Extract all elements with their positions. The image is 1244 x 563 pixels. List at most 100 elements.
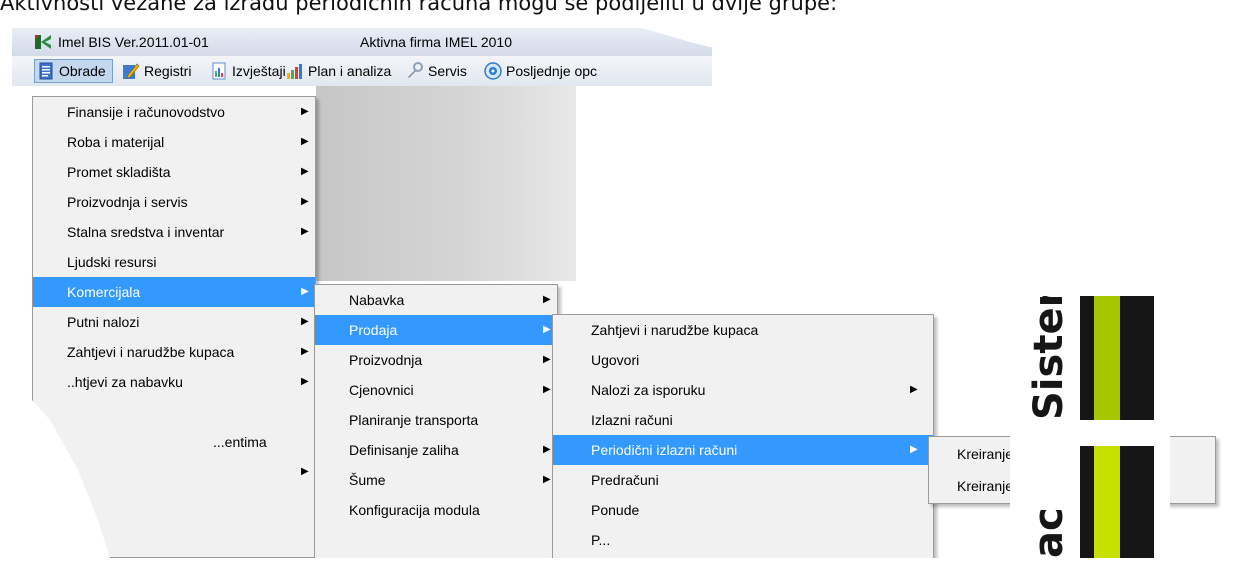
logo-text-bottom: ac [1026,507,1072,558]
menu-plan-i-analiza[interactable]: Plan i analiza [284,60,397,82]
menu-item-label: Konfiguracija modula [349,502,480,518]
menu-item-label: Šume [349,472,386,488]
menu-item-cjenovnici[interactable]: Cjenovnici ▶ [315,375,557,405]
komercijala-submenu: Nabavka ▶ Prodaja ▶ Proizvodnja ▶ Cjenovnic… [314,284,558,558]
document-heading: Aktivnosti vezane za izradu periodičnih … [0,0,838,15]
menu-registri[interactable]: Registri [120,60,197,82]
menu-item-label: Nabavka [349,292,405,308]
menu-item-label: Zahtjevi i narudžbe kupaca [591,322,759,338]
menu-obrade[interactable]: Obrade [34,59,113,83]
menu-item-definisanje-zaliha[interactable]: Definisanje zaliha ▶ [315,435,557,465]
menu-item-label: Komercijala [67,284,141,300]
menu-item-proizvodnja[interactable]: Proizvodnja ▶ [315,345,557,375]
menu-item-dokumentima[interactable]: ...entima [33,427,315,457]
submenu-arrow-icon: ▶ [301,196,309,207]
submenu-arrow-icon: ▶ [543,474,551,485]
submenu-arrow-icon: ▶ [301,316,309,327]
menu-item-label: Cjenovnici [349,382,414,398]
menu-item-stalna-sredstva[interactable]: Stalna sredstva i inventar ▶ [33,217,315,247]
menu-posljednje-opcije[interactable]: Posljednje opc [482,60,603,82]
menu-item-proizvodnja-servis[interactable]: Proizvodnja i servis ▶ [33,187,315,217]
submenu-arrow-icon: ▶ [301,136,309,147]
wrench-icon [406,62,424,80]
menu-item-ugovori[interactable]: Ugovori [553,345,933,375]
menu-item-label: Ljudski resursi [67,254,157,270]
menu-item-komercijala[interactable]: Komercijala ▶ [33,277,315,307]
menu-item-label: Proizvodnja [349,352,423,368]
menu-item-label: ..htjevi za nabavku [67,374,183,390]
menu-item-ponude[interactable]: Ponude [553,495,933,525]
menu-item-zahtjevi-narudzbe-kupaca[interactable]: Zahtjevi i narudžbe kupaca [553,315,933,345]
menu-item-nabavka[interactable]: Nabavka ▶ [315,285,557,315]
menu-item-label: Putni nalozi [67,314,140,330]
menu-item-label: P... [591,532,611,548]
menubar: Obrade Registri Izvještaji Plan i analiz… [12,56,712,86]
menu-izvjestaji[interactable]: Izvještaji [208,60,292,82]
menu-item-label: Ugovori [591,352,640,368]
menu-item-finansije[interactable]: Finansije i računovodstvo ▶ [33,97,315,127]
menu-item-zahtjevi-narudzbe[interactable]: Zahtjevi i narudžbe kupaca ▶ [33,337,315,367]
app-logo-icon [34,33,52,51]
menu-servis[interactable]: Servis [404,60,473,82]
submenu-arrow-icon: ▶ [543,444,551,455]
submenu-arrow-icon: ▶ [301,286,309,297]
submenu-arrow-icon: ▶ [543,384,551,395]
menu-item-label: Finansije i računovodstvo [67,104,225,120]
app-title: Imel BIS Ver.2011.01-01 [58,34,209,50]
logo-text-sistem: Sistem [1026,296,1072,420]
submenu-arrow-icon: ▶ [301,226,309,237]
menu-item-nalozi-isporuku[interactable]: Nalozi za isporuku ▶ [553,375,933,405]
menu-item-izlazni-racuni[interactable]: Izlazni računi [553,405,933,435]
pencil-icon [122,62,140,80]
mdi-background [316,86,576,281]
menu-item-label: Nalozi za isporuku [591,382,706,398]
active-company-label: Aktivna firma IMEL 2010 [360,34,512,50]
submenu-arrow-icon: ▶ [301,106,309,117]
menu-item-label: Zahtjevi i narudžbe kupaca [67,344,235,360]
menu-item-label: Ponude [591,502,640,518]
menu-item-prodaja[interactable]: Prodaja ▶ [315,315,557,345]
document-icon [37,62,55,80]
menu-obrade-label: Obrade [59,63,106,79]
menu-item-partial[interactable]: P... [553,525,933,555]
submenu-arrow-icon: ▶ [543,324,551,335]
bar-chart-icon [286,62,304,80]
screenshot-region: Imel BIS Ver.2011.01-01 Aktivna firma IM… [10,24,1232,558]
menu-item-label: Periodični izlazni računi [591,442,738,458]
menu-item-ljudski-resursi[interactable]: Ljudski resursi [33,247,315,277]
submenu-arrow-icon: ▶ [910,384,918,395]
menu-item-sume[interactable]: Šume ▶ [315,465,557,495]
menu-item-planiranje-transporta[interactable]: Planiranje transporta [315,405,557,435]
submenu-arrow-icon: ▶ [301,166,309,177]
brand-logo: Sistem ac [1010,266,1170,558]
menu-item-label: Predračuni [591,472,659,488]
menu-item-label: Promet skladišta [67,164,171,180]
window-titlebar: Imel BIS Ver.2011.01-01 Aktivna firma IM… [12,28,712,56]
obrade-menu: Finansije i računovodstvo ▶ Roba i materi… [32,96,316,558]
menu-item-predracuni[interactable]: Predračuni [553,465,933,495]
menu-plan-label: Plan i analiza [308,63,392,79]
submenu-arrow-icon: ▶ [543,294,551,305]
menu-item-label: ...entima [213,434,267,450]
report-icon [210,62,228,80]
menu-item-label: Prodaja [349,322,398,338]
menu-item-hidden-1[interactable] [33,397,315,427]
menu-item-label: Planiranje transporta [349,412,479,428]
menu-item-label: Stalna sredstva i inventar [67,224,225,240]
submenu-arrow-icon: ▶ [301,466,309,477]
menu-item-konfiguracija-modula[interactable]: Konfiguracija modula [315,495,557,525]
menu-registri-label: Registri [144,63,192,79]
menu-item-periodicni-izlazni-racuni[interactable]: Periodični izlazni računi ▶ [553,435,933,465]
submenu-arrow-icon: ▶ [301,376,309,387]
menu-item-label: Roba i materijal [67,134,165,150]
menu-servis-label: Servis [428,63,467,79]
menu-posljednje-label: Posljednje opc [506,63,598,79]
disc-icon [484,62,502,80]
menu-item-promet[interactable]: Promet skladišta ▶ [33,157,315,187]
menu-item-hidden-2[interactable]: ▶ [33,457,315,487]
menu-item-putni-nalozi[interactable]: Putni nalozi ▶ [33,307,315,337]
submenu-arrow-icon: ▶ [301,346,309,357]
menu-item-label: Proizvodnja i servis [67,194,188,210]
menu-item-zahtjevi-nabavka[interactable]: ..htjevi za nabavku ▶ [33,367,315,397]
menu-item-roba[interactable]: Roba i materijal ▶ [33,127,315,157]
